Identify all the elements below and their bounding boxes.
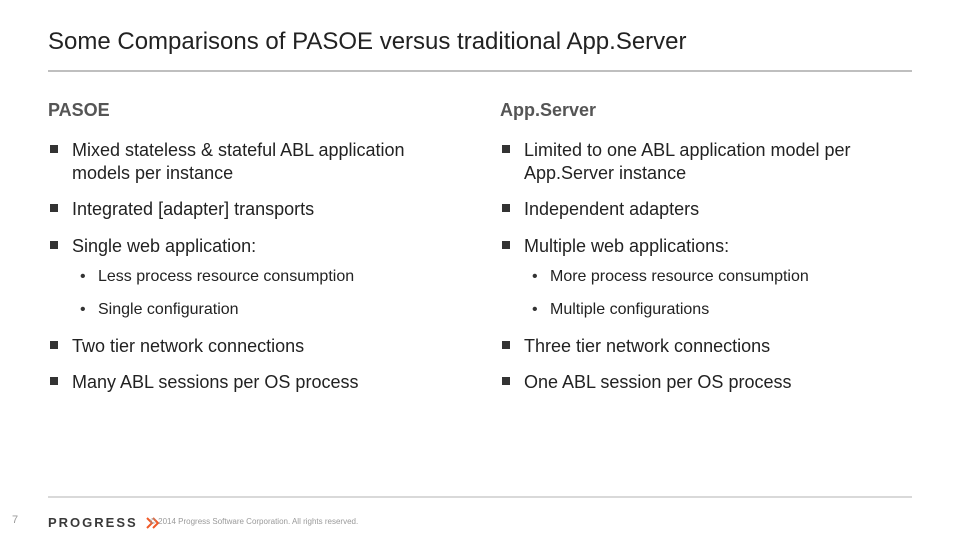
list-item: Multiple web applications: More process …	[500, 235, 912, 321]
slide-title: Some Comparisons of PASOE versus traditi…	[48, 28, 912, 56]
bullet-text: Three tier network connections	[524, 336, 770, 356]
list-item: One ABL session per OS process	[500, 371, 912, 394]
bullet-list-right: Limited to one ABL application model per…	[500, 139, 912, 394]
column-appserver: App.Server Limited to one ABL applicatio…	[500, 100, 912, 408]
bullet-text: Single web application:	[72, 236, 256, 256]
sub-bullet-text: Less process resource consumption	[98, 268, 354, 285]
list-item: Less process resource consumption	[72, 267, 460, 288]
sub-bullet-text: Multiple configurations	[550, 301, 709, 318]
brand-wordmark: PROGRESS	[48, 515, 138, 530]
list-item: Two tier network connections	[48, 335, 460, 358]
bullet-text: One ABL session per OS process	[524, 372, 791, 392]
sub-bullet-list: Less process resource consumption Single…	[72, 267, 460, 321]
footer: 7 PROGRESS © 2014 Progress Software Corp…	[0, 498, 960, 540]
bullet-text: Integrated [adapter] transports	[72, 199, 314, 219]
list-item: Single web application: Less process res…	[48, 235, 460, 321]
bullet-text: Multiple web applications:	[524, 236, 729, 256]
list-item: More process resource consumption	[524, 267, 912, 288]
list-item: Independent adapters	[500, 198, 912, 221]
bullet-text: Many ABL sessions per OS process	[72, 372, 358, 392]
bullet-list-left: Mixed stateless & stateful ABL applicati…	[48, 139, 460, 394]
column-header-left: PASOE	[48, 100, 460, 121]
sub-bullet-list: More process resource consumption Multip…	[524, 267, 912, 321]
bullet-text: Two tier network connections	[72, 336, 304, 356]
bullet-text: Independent adapters	[524, 199, 699, 219]
list-item: Three tier network connections	[500, 335, 912, 358]
list-item: Mixed stateless & stateful ABL applicati…	[48, 139, 460, 184]
list-item: Many ABL sessions per OS process	[48, 371, 460, 394]
list-item: Limited to one ABL application model per…	[500, 139, 912, 184]
title-divider	[48, 70, 912, 72]
bullet-text: Limited to one ABL application model per…	[524, 140, 851, 183]
list-item: Multiple configurations	[524, 300, 912, 321]
list-item: Integrated [adapter] transports	[48, 198, 460, 221]
list-item: Single configuration	[72, 300, 460, 321]
comparison-columns: PASOE Mixed stateless & stateful ABL app…	[48, 100, 912, 408]
page-number: 7	[12, 514, 18, 526]
bullet-text: Mixed stateless & stateful ABL applicati…	[72, 140, 405, 183]
sub-bullet-text: Single configuration	[98, 301, 239, 318]
slide: Some Comparisons of PASOE versus traditi…	[0, 0, 960, 540]
brand: PROGRESS	[48, 515, 164, 530]
copyright-text: © 2014 Progress Software Corporation. Al…	[150, 517, 358, 526]
column-header-right: App.Server	[500, 100, 912, 121]
column-pasoe: PASOE Mixed stateless & stateful ABL app…	[48, 100, 460, 408]
sub-bullet-text: More process resource consumption	[550, 268, 809, 285]
